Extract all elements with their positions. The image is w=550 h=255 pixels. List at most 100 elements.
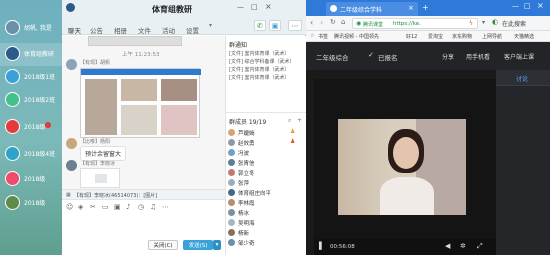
cut-icon[interactable]: ✂: [90, 203, 96, 211]
maximize-icon[interactable]: □: [251, 3, 258, 11]
sidebar-item-group[interactable]: 2018级2班: [0, 89, 62, 112]
bookmark-item[interactable]: 爱淘宝: [428, 33, 443, 40]
avatar: [5, 171, 20, 186]
dropdown-icon[interactable]: ▾: [482, 19, 485, 26]
sidebar-item-profile[interactable]: 胡帆, 我是: [0, 17, 62, 40]
chevron-down-icon[interactable]: ▾: [209, 22, 212, 29]
member-item[interactable]: 邹少奇: [228, 238, 306, 248]
member-item[interactable]: 吴明海: [228, 218, 306, 228]
member-name: 李林霞: [238, 201, 255, 207]
sidebar-item-group[interactable]: 2018级: [0, 168, 62, 191]
forward-icon[interactable]: ›: [320, 18, 323, 27]
member-item[interactable]: 张萍: [228, 178, 306, 188]
tab-album[interactable]: 相册: [114, 25, 127, 35]
member-name: 杨冰: [238, 211, 250, 217]
phone-icon[interactable]: ✆: [254, 20, 266, 31]
share-link[interactable]: 分享: [442, 52, 454, 61]
gif-icon[interactable]: ◈: [78, 203, 83, 211]
video-time: 00:56:08: [330, 244, 355, 250]
minimize-icon[interactable]: —: [237, 3, 244, 11]
member-item[interactable]: 芦婕嫣 ♟: [228, 128, 306, 138]
member-item[interactable]: 李林霞: [228, 198, 306, 208]
sidebar-item-label: 2018级2班: [24, 97, 56, 104]
bookmark-item[interactable]: 好12: [406, 33, 417, 40]
classroom-page: 二年级综合 ✓ 已报名 分享 用手机看 客户端上课 ▌ 00:56:08 ◀ ✲…: [306, 42, 550, 255]
member-item[interactable]: 体育组庄向平: [228, 188, 306, 198]
browser-window: 二年级综合学科 × + — □ × ‹ › ↻ ⌂ ◉ 腾讯课堂 https:/…: [306, 0, 550, 255]
tab-activity[interactable]: 活动: [162, 25, 175, 35]
avatar: [228, 189, 235, 196]
image-message[interactable]: [80, 68, 201, 138]
member-item[interactable]: 赵效勇 ♟: [228, 138, 306, 148]
text-message: 预计余留窗大: [80, 146, 127, 161]
discussion-tab-label: 讨论: [516, 76, 529, 83]
volume-icon[interactable]: ◀: [445, 242, 450, 250]
member-item[interactable]: 郭立冬: [228, 168, 306, 178]
video-player[interactable]: ▌ 00:56:08 ◀ ✲ ⤢: [314, 79, 496, 255]
close-icon[interactable]: ×: [537, 1, 544, 10]
url-input[interactable]: ◉ 腾讯课堂 https://ke. ϟ: [352, 18, 478, 29]
new-tab-icon[interactable]: +: [422, 3, 429, 12]
member-item[interactable]: 杨新: [228, 228, 306, 238]
maximize-icon[interactable]: □: [524, 2, 531, 10]
history-icon[interactable]: ◷: [138, 203, 144, 211]
close-button[interactable]: 关闭(C): [148, 240, 178, 250]
search-engine-icon[interactable]: ◐: [492, 18, 498, 26]
send-options-icon[interactable]: ▾: [213, 240, 221, 250]
bookmark-item[interactable]: 书签: [318, 33, 328, 40]
bookmark-item[interactable]: 腾讯视频 - 中国领先: [334, 33, 379, 40]
group-avatar: [66, 3, 75, 12]
tab-settings[interactable]: 设置: [186, 25, 199, 35]
flash-icon[interactable]: ϟ: [469, 20, 473, 27]
tab-close-icon[interactable]: ×: [408, 4, 414, 12]
browser-tabbar: 二年级综合学科 × + — □ ×: [306, 0, 550, 16]
more-icon[interactable]: ⋯: [288, 20, 302, 31]
back-icon[interactable]: ‹: [310, 18, 313, 27]
bookmark-star-icon[interactable]: ☆: [310, 33, 314, 39]
add-member-icon[interactable]: +: [297, 117, 302, 124]
mic-icon[interactable]: ♪: [126, 203, 130, 211]
member-item[interactable]: 杨冰: [228, 208, 306, 218]
settings-icon[interactable]: ✲: [460, 242, 466, 250]
home-icon[interactable]: ⌂: [341, 18, 345, 26]
fullscreen-icon[interactable]: ⤢: [477, 242, 483, 251]
emoji-icon[interactable]: ☺: [66, 203, 73, 211]
discussion-tab[interactable]: 讨论: [496, 70, 550, 86]
send-button[interactable]: 发送(S): [183, 240, 213, 250]
sidebar-item-group-active[interactable]: 体育组教研: [0, 43, 62, 66]
sidebar-item-group[interactable]: 2018级1班: [0, 66, 62, 89]
image-icon[interactable]: ▣: [114, 203, 121, 211]
bell-icon[interactable]: ♫: [150, 203, 156, 211]
sidebar-item-group[interactable]: 2018级4班: [0, 143, 62, 166]
minimize-icon[interactable]: —: [512, 2, 519, 10]
folder-icon[interactable]: ▭: [102, 203, 109, 211]
notice-item[interactable]: [文件] 室内体育课（武术）: [229, 66, 290, 73]
notice-item[interactable]: [文件] 室内体育课（武术）: [229, 50, 290, 57]
search-box[interactable]: 在此搜索: [502, 19, 526, 28]
browser-tab-active[interactable]: 二年级综合学科 ×: [326, 2, 418, 16]
share-screen-icon[interactable]: ▣: [269, 20, 281, 31]
bookmark-item[interactable]: 天猫精选: [514, 33, 534, 40]
image-message-cut[interactable]: [88, 36, 182, 46]
close-icon[interactable]: ×: [265, 2, 272, 11]
tab-files[interactable]: 文件: [138, 25, 151, 35]
message-textbox[interactable]: [64, 214, 223, 236]
sidebar-item-group[interactable]: 2018级: [0, 192, 62, 215]
tab-announcement[interactable]: 公告: [90, 25, 103, 35]
client-link[interactable]: 客户端上课: [504, 52, 534, 61]
image-message[interactable]: [80, 168, 120, 188]
member-item[interactable]: 冯波: [228, 148, 306, 158]
bookmark-item[interactable]: 京东购物: [452, 33, 472, 40]
image-icon: ▦: [66, 192, 71, 198]
bookmark-item[interactable]: 上网导航: [482, 33, 502, 40]
refresh-icon[interactable]: ↻: [330, 18, 336, 26]
search-icon[interactable]: ⌕: [288, 117, 291, 125]
more-icon[interactable]: ⋯: [162, 203, 169, 211]
notice-item[interactable]: [文件] 综合学科备课（武术）: [229, 58, 295, 65]
group-side-panel: 群通知 [文件] 室内体育课（武术） [文件] 综合学科备课（武术） [文件] …: [225, 36, 307, 255]
notice-item[interactable]: [文件] 室内体育课（武术）: [229, 74, 290, 81]
sidebar-item-group[interactable]: 2018级: [0, 116, 62, 139]
mobile-link[interactable]: 用手机看: [466, 52, 490, 61]
member-item[interactable]: 张胄信: [228, 158, 306, 168]
message-list: 上午 11:23:53 【有现】胡帆 【比嗲】杨阳 预计余留窗大 【有现】李晓冰: [62, 36, 225, 189]
